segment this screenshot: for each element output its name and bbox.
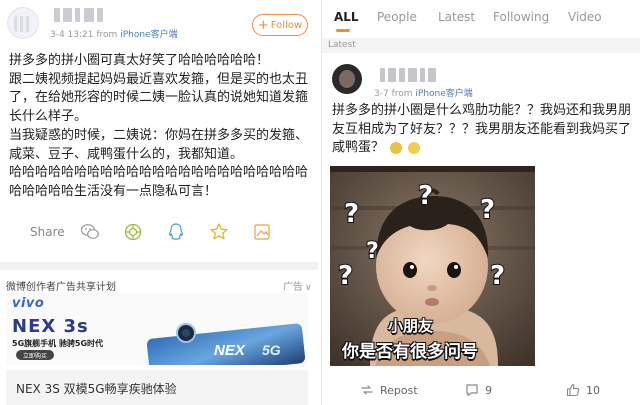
post-body-line: 拼多多的拼小圈可真太好笑了哈哈哈哈哈哈！: [9, 53, 270, 68]
follow-button[interactable]: + Follow: [252, 14, 308, 36]
ad-tag[interactable]: 广告 ∨: [283, 278, 312, 293]
qzone-icon[interactable]: [209, 222, 229, 242]
post-body-line: 跟二姨视频提起妈妈最近喜欢发箍，但是买的也太丑了，在给她形容的时候二姨一脸认真的…: [9, 71, 309, 125]
post-body: 拼多多的拼小圈可真太好笑了哈哈哈哈哈哈！ 跟二姨视频提起妈妈最近喜欢发箍，但是买…: [9, 52, 314, 202]
source-prefix: from: [96, 30, 118, 40]
latest-section-header: Latest: [322, 38, 640, 53]
tab-people[interactable]: People: [377, 10, 417, 24]
wechat-icon[interactable]: [80, 222, 100, 242]
post-body: 拼多多的拼小圈是什么鸡肋功能？？我妈还和我男朋友互相成为了好友？？？我男朋友还能…: [332, 102, 632, 158]
ad-slogan: 5G旗舰手机 驰骋5G时代: [12, 339, 104, 348]
post-body-line: 哈哈哈哈哈哈哈哈哈哈哈哈哈哈哈哈哈哈哈哈哈哈哈哈哈哈哈哈生活没有一点隐私可言！: [9, 165, 309, 199]
search-tab-bar: ALL People Latest Following Video: [322, 0, 640, 34]
ad-plan-label: 微博创作者广告共享计划: [6, 282, 116, 293]
share-label: Share: [30, 225, 65, 239]
plus-icon: +: [257, 17, 269, 33]
repost-icon: [361, 385, 373, 395]
share-bar: Share: [0, 215, 318, 249]
post-meta: 3-7 from iPhone客户端: [374, 86, 473, 99]
tab-video[interactable]: Video: [568, 10, 602, 24]
save-image-icon[interactable]: [252, 222, 272, 242]
ad-tag-label: 广告: [283, 282, 303, 293]
tab-all[interactable]: ALL: [334, 10, 359, 24]
thinking-emoji-icon: [390, 141, 403, 154]
repost-label: Repost: [380, 383, 418, 397]
section-divider: [0, 262, 318, 270]
ad-caption: NEX 3S 双模5G畅享疾驰体验: [16, 382, 177, 396]
comment-icon: [466, 384, 478, 397]
comment-count: 9: [485, 383, 492, 397]
like-button[interactable]: 10: [566, 381, 600, 399]
ad-phone-5g-text: 5G: [262, 342, 281, 358]
chevron-down-icon[interactable]: ∨: [305, 283, 312, 293]
post-source[interactable]: iPhone客户端: [120, 30, 177, 40]
post-timestamp: 3-4 13:21: [50, 30, 94, 40]
ad-brand: vivo: [12, 296, 45, 311]
meme-illustration: ? ? ? ? ? ?: [330, 166, 535, 366]
meme-caption-top: 小朋友: [388, 317, 434, 335]
ad-phone-image: NEX 5G: [146, 323, 306, 365]
right-search-results-panel: ALL People Latest Following Video Latest…: [321, 0, 640, 405]
post-timestamp: 3-7: [374, 89, 389, 99]
qq-icon[interactable]: [166, 222, 186, 242]
ad-phone-text: NEX: [214, 342, 246, 359]
question-mark-glyph: ?: [480, 195, 495, 225]
ad-caption-bar[interactable]: NEX 3S 双模5G畅享疾驰体验: [6, 370, 308, 405]
question-mark-glyph: ?: [338, 261, 353, 291]
ad-banner[interactable]: vivo NEX 3s 5G旗舰手机 驰骋5G时代 立即购买 NEX 5G: [6, 293, 308, 365]
author-name-redacted[interactable]: [54, 8, 114, 22]
author-name-redacted[interactable]: [380, 68, 450, 82]
moments-icon[interactable]: [123, 222, 143, 242]
tab-latest[interactable]: Latest: [438, 10, 475, 24]
question-mark-glyph: ?: [490, 261, 505, 291]
post-image-meme[interactable]: ? ? ? ? ? ? 小朋友 你是否有很多问号: [330, 166, 535, 366]
post-body-line: 当我疑惑的时候，二姨说：你妈在拼多多买的发箍、咸菜、豆子、咸鸭蛋什么的，我都知道…: [9, 127, 309, 162]
comment-button[interactable]: 9: [465, 381, 492, 399]
follow-label: Follow: [270, 19, 303, 31]
question-mark-glyph: ?: [418, 181, 433, 211]
meme-caption-bottom: 你是否有很多问号: [342, 342, 478, 362]
repost-button[interactable]: Repost: [360, 381, 418, 399]
post-action-bar: Repost 9 10: [322, 374, 640, 405]
question-mark-glyph: ?: [344, 199, 359, 229]
post-header: 3-4 13:21 from iPhone客户端 + Follow: [0, 0, 318, 46]
question-mark-glyph: ?: [366, 239, 379, 264]
avatar[interactable]: [7, 7, 39, 39]
post-source[interactable]: iPhone客户端: [415, 89, 472, 99]
thumbs-up-icon: [566, 383, 580, 397]
ad-model: NEX 3s: [12, 316, 89, 337]
post-meta: 3-4 13:21 from iPhone客户端: [50, 27, 178, 40]
source-prefix: from: [391, 89, 413, 99]
left-weibo-post-panel: 3-4 13:21 from iPhone客户端 + Follow 拼多多的拼小…: [0, 0, 318, 405]
latest-label: Latest: [328, 40, 356, 50]
avatar[interactable]: [332, 64, 362, 94]
post-body-text: 拼多多的拼小圈是什么鸡肋功能？？我妈还和我男朋友互相成为了好友？？？我男朋友还能…: [332, 103, 632, 155]
active-tab-indicator: [336, 29, 350, 32]
like-count: 10: [586, 383, 600, 397]
ad-buy-pill[interactable]: 立即购买: [16, 350, 54, 360]
tab-following[interactable]: Following: [493, 10, 549, 24]
face-emoji-icon: [408, 141, 421, 154]
